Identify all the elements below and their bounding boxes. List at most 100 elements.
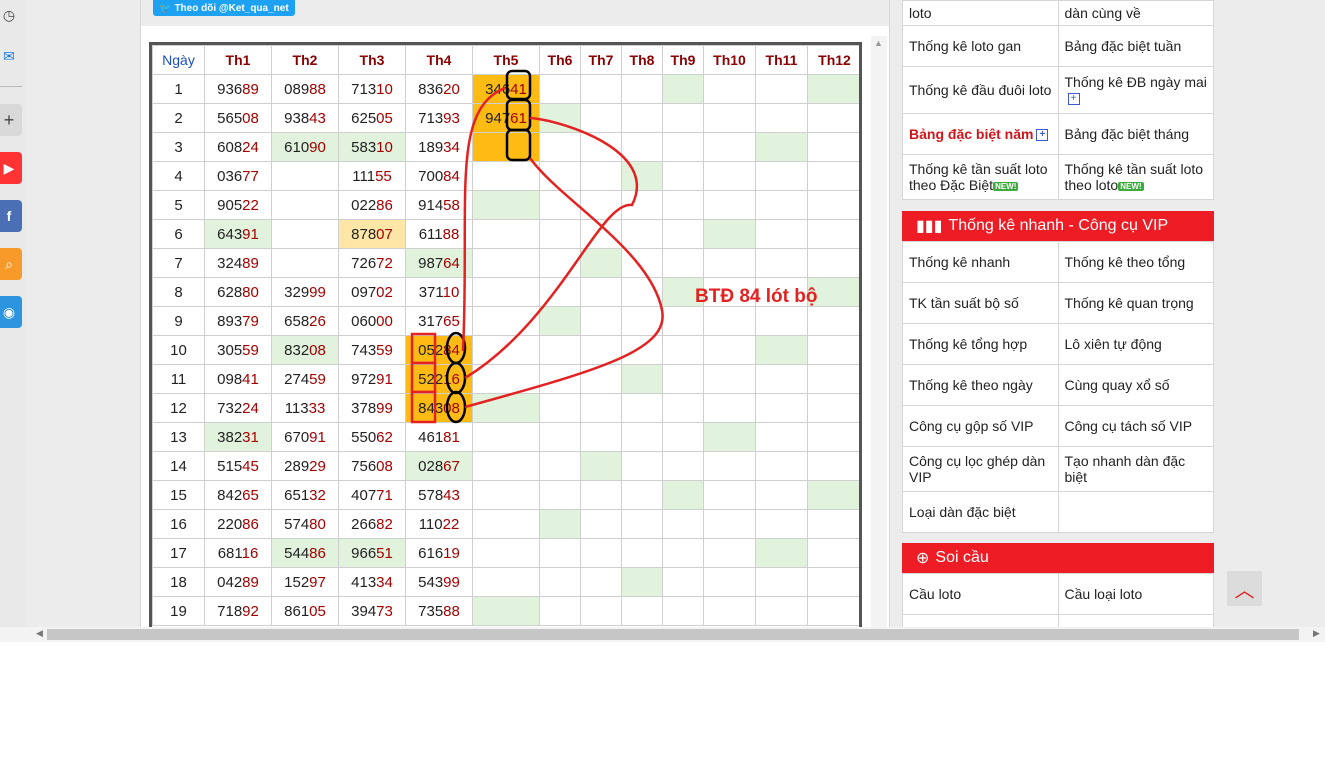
prize-cell — [755, 567, 808, 597]
prize-cell — [621, 306, 663, 336]
sidebar-link[interactable]: Thống kê theo ngày — [902, 364, 1059, 406]
sidebar-row: Cầu loto bạch thủCầu loại bạch thủ — [902, 614, 1214, 627]
prize-cell — [580, 422, 622, 452]
prize-number: 46181 — [418, 428, 460, 446]
prize-cell — [621, 335, 663, 365]
sidebar-link[interactable]: Công cụ lọc ghép dàn VIP — [902, 446, 1059, 492]
sidebar-link[interactable]: TK tần suất bộ số — [902, 282, 1059, 324]
sidebar-link[interactable]: loto — [902, 0, 1059, 26]
prize-cell — [703, 103, 756, 133]
sidebar-link[interactable]: Tạo nhanh dàn đặc biệt — [1057, 446, 1214, 492]
prize-cell — [539, 509, 581, 539]
prize-number: 37899 — [351, 399, 393, 417]
day-cell: 16 — [152, 509, 205, 539]
sidebar-link[interactable]: Lô xiên tự động — [1057, 323, 1214, 365]
prize-number: 57843 — [418, 486, 460, 504]
sidebar-link[interactable]: Thống kê loto gan — [902, 25, 1059, 67]
prize-number-tail: 90 — [309, 138, 326, 156]
table-row: 1 93689 08988 71310 83620 34641 — [152, 74, 859, 104]
vertical-scrollbar[interactable]: ▲ — [871, 36, 887, 627]
sidebar-link[interactable]: Cầu loto — [902, 573, 1059, 615]
prize-cell: 02286 — [338, 190, 406, 220]
prize-cell — [662, 393, 704, 423]
prize-number-tail: 84 — [443, 341, 460, 359]
youtube-icon[interactable]: ▶ — [0, 152, 22, 184]
prize-cell — [621, 451, 663, 481]
prize-number-tail: 22 — [242, 196, 259, 214]
sidebar-link[interactable]: Thống kê tổng hợp — [902, 323, 1059, 365]
new-badge: NEW! — [993, 181, 1019, 191]
sidebar-link[interactable]: Bảng đặc biệt tháng — [1057, 113, 1214, 155]
table-row: 12 73224 11333 37899 84308 — [152, 393, 859, 423]
prize-cell — [807, 364, 859, 394]
sidebar-link-label: loto — [909, 5, 932, 21]
add-icon[interactable]: + — [0, 104, 22, 136]
prize-cell: 74359 — [338, 335, 406, 365]
prize-number-tail: 59 — [376, 341, 393, 359]
sidebar-link-label: Thống kê quan trọng — [1064, 295, 1194, 311]
quick-stats-title: Thống kê nhanh - Công cụ VIP — [948, 217, 1169, 234]
prize-number: 22086 — [217, 515, 259, 533]
sidebar-link[interactable]: Thống kê tần suất loto theo Đặc Biệt NEW! — [902, 154, 1059, 200]
sidebar-link[interactable]: Loại dàn đặc biệt — [902, 491, 1059, 533]
day-cell: 5 — [152, 190, 205, 220]
sidebar-link[interactable]: Công cụ tách số VIP — [1057, 405, 1214, 447]
scroll-right-icon[interactable]: ▶ — [1313, 628, 1320, 639]
messenger-icon[interactable]: ✉ — [0, 40, 22, 72]
prize-cell: 46181 — [405, 422, 473, 452]
sidebar-link[interactable]: Cầu loại bạch thủ — [1057, 614, 1214, 627]
horizontal-scrollbar-thumb[interactable] — [47, 629, 1299, 640]
prize-cell: 86105 — [271, 596, 339, 626]
prize-cell — [662, 335, 704, 365]
podcast-icon[interactable]: ◉ — [0, 296, 22, 328]
sidebar-link[interactable]: Cầu loại loto — [1057, 573, 1214, 615]
expand-icon[interactable]: + — [1036, 129, 1049, 142]
sidebar-link — [1057, 491, 1214, 533]
prize-cell — [539, 538, 581, 568]
sidebar-link[interactable]: Thống kê tần suất loto theo loto NEW! — [1057, 154, 1214, 200]
prize-cell: 61619 — [405, 538, 473, 568]
history-icon[interactable]: ◷ — [0, 0, 22, 30]
sidebar-link[interactable]: Bảng đặc biệt năm + — [902, 113, 1059, 155]
sidebar-link[interactable]: Thống kê theo tổng — [1057, 241, 1214, 283]
prize-number-tail: 99 — [376, 399, 393, 417]
prize-number: 75608 — [351, 457, 393, 475]
quick-stats-header: ▮▮▮ Thống kê nhanh - Công cụ VIP — [902, 211, 1214, 241]
facebook-icon[interactable]: f — [0, 200, 22, 232]
prize-number: 58310 — [351, 138, 393, 156]
prize-cell — [807, 74, 859, 104]
sidebar-link[interactable]: Thống kê quan trọng — [1057, 282, 1214, 324]
scroll-to-top-button[interactable]: ︿ — [1227, 571, 1262, 606]
prize-cell — [580, 451, 622, 481]
column-header-month: Th11 — [755, 45, 808, 75]
expand-icon[interactable]: + — [1067, 93, 1080, 106]
horizontal-scrollbar[interactable]: ◀ ▶ — [0, 627, 1325, 642]
prize-cell — [472, 480, 540, 510]
prize-cell: 30559 — [204, 335, 272, 365]
sidebar-link[interactable]: Công cụ gộp số VIP — [902, 405, 1059, 447]
search-icon[interactable]: ⌕ — [0, 248, 22, 280]
sidebar-link[interactable]: dàn cùng về — [1057, 0, 1214, 26]
prize-cell — [703, 451, 756, 481]
prize-number: 08988 — [284, 80, 326, 98]
sidebar-link[interactable]: Thống kê đầu đuôi loto — [902, 66, 1059, 114]
scroll-up-icon[interactable]: ▲ — [874, 38, 883, 48]
sidebar-link[interactable]: Thống kê nhanh — [902, 241, 1059, 283]
scroll-left-icon[interactable]: ◀ — [36, 628, 43, 639]
sidebar-row: TK tần suất bộ số Thống kê quan trọng — [902, 282, 1214, 324]
column-header-month: Th10 — [703, 45, 756, 75]
sidebar-link[interactable]: Cầu loto bạch thủ — [902, 614, 1059, 627]
column-header-month: Th5 — [472, 45, 540, 75]
prize-cell — [807, 248, 859, 278]
sidebar-link[interactable]: Thống kê ĐB ngày mai + — [1057, 66, 1214, 114]
prize-number-tail: 08 — [443, 399, 460, 417]
special-prize-table: Ngày Th1 Th2 Th3 Th4 Th5 Th6 Th7 Th8 Th9 Th10 Th11 T… — [152, 45, 859, 626]
prize-number-tail: 07 — [376, 225, 393, 243]
prize-cell — [807, 567, 859, 597]
prize-cell — [539, 219, 581, 249]
prize-number: 64391 — [217, 225, 259, 243]
sidebar-link[interactable]: Bảng đặc biệt tuần — [1057, 25, 1214, 67]
sidebar-link[interactable]: Cùng quay xổ số — [1057, 364, 1214, 406]
twitter-follow-button[interactable]: 🐦 Theo dõi @Ket_qua_net — [153, 0, 295, 16]
prize-number-tail: 91 — [242, 225, 259, 243]
